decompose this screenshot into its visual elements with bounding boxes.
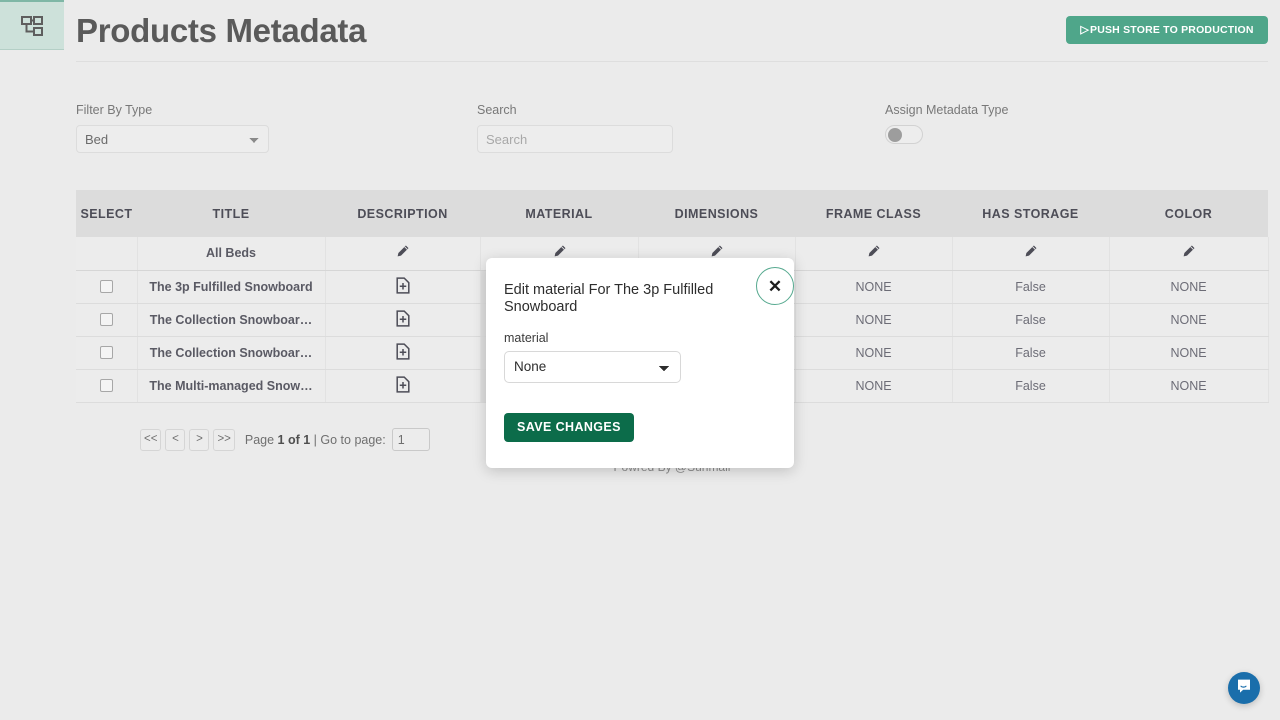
filters-bar: Filter By Type Bed Search Assign Metadat… [64, 103, 1280, 181]
bulk-select-cell [76, 237, 137, 270]
row-frame-class-cell: NONE [795, 270, 952, 303]
row-color-cell: NONE [1109, 303, 1268, 336]
row-color-cell: NONE [1109, 270, 1268, 303]
column-header-has-storage: HAS STORAGE [952, 190, 1109, 237]
table-head: SELECT TITLE DESCRIPTION MATERIAL DIMENS… [76, 190, 1268, 237]
page-header: Products Metadata ▷ PUSH STORE TO PRODUC… [64, 0, 1280, 68]
bulk-edit-frame-class-cell[interactable] [795, 237, 952, 270]
table-header-row: SELECT TITLE DESCRIPTION MATERIAL DIMENS… [76, 190, 1268, 237]
pagination-page-prefix: Page [245, 433, 278, 447]
play-icon: ▷ [1080, 25, 1089, 36]
row-frame-class-cell: NONE [795, 303, 952, 336]
search-input[interactable] [477, 125, 673, 153]
assign-metadata-type-group: Assign Metadata Type [885, 103, 1008, 144]
pagination-status: Page 1 of 1 | Go to page: [245, 433, 386, 447]
row-color-cell: NONE [1109, 336, 1268, 369]
file-plus-icon [395, 376, 411, 396]
tree-icon [19, 14, 45, 38]
row-color-cell: NONE [1109, 369, 1268, 402]
row-title-cell: The Collection Snowboar… [137, 336, 325, 369]
row-title-cell: The 3p Fulfilled Snowboard [137, 270, 325, 303]
row-title-cell: The Collection Snowboar… [137, 303, 325, 336]
row-select-cell[interactable] [76, 303, 137, 336]
row-description-edit-cell[interactable] [325, 369, 480, 402]
save-changes-button[interactable]: SAVE CHANGES [504, 413, 634, 442]
file-plus-icon [395, 343, 411, 363]
row-title-cell: The Multi-managed Snow… [137, 369, 325, 402]
row-description-edit-cell[interactable] [325, 303, 480, 336]
row-checkbox[interactable] [100, 313, 113, 326]
bulk-edit-color-cell[interactable] [1109, 237, 1268, 270]
edit-material-modal: ✕ Edit material For The 3p Fulfilled Sno… [486, 258, 794, 468]
header-divider [76, 61, 1268, 62]
file-plus-icon [395, 310, 411, 330]
push-button-label: PUSH STORE TO PRODUCTION [1090, 24, 1254, 36]
pagination-page-number: 1 of 1 [278, 433, 311, 447]
row-frame-class-cell: NONE [795, 336, 952, 369]
column-header-material: MATERIAL [480, 190, 638, 237]
filter-by-type-group: Filter By Type Bed [76, 103, 269, 153]
pagination-prev-button[interactable]: < [165, 429, 185, 451]
pagination-goto-input[interactable] [392, 428, 430, 451]
bulk-title-cell: All Beds [137, 237, 325, 270]
filter-by-type-label: Filter By Type [76, 103, 269, 117]
modal-title: Edit material For The 3p Fulfilled Snowb… [504, 282, 728, 317]
row-select-cell[interactable] [76, 270, 137, 303]
row-has-storage-cell: False [952, 270, 1109, 303]
push-store-to-production-button[interactable]: ▷ PUSH STORE TO PRODUCTION [1066, 16, 1268, 44]
row-select-cell[interactable] [76, 336, 137, 369]
row-select-cell[interactable] [76, 369, 137, 402]
assign-metadata-type-toggle[interactable] [885, 125, 923, 144]
pagination-last-button[interactable]: >> [213, 429, 234, 451]
bulk-edit-has-storage-cell[interactable] [952, 237, 1109, 270]
column-header-color: COLOR [1109, 190, 1268, 237]
pencil-icon [866, 244, 881, 262]
pagination-first-button[interactable]: << [140, 429, 161, 451]
app-root: Products Metadata ▷ PUSH STORE TO PRODUC… [0, 0, 1280, 720]
material-select[interactable]: None [504, 351, 681, 383]
row-checkbox[interactable] [100, 280, 113, 293]
filter-by-type-select[interactable]: Bed [76, 125, 269, 153]
sidebar-item-metadata-tree[interactable] [0, 0, 64, 50]
row-frame-class-cell: NONE [795, 369, 952, 402]
search-group: Search [477, 103, 673, 153]
column-header-description: DESCRIPTION [325, 190, 480, 237]
row-has-storage-cell: False [952, 336, 1109, 369]
column-header-frame-class: FRAME CLASS [795, 190, 952, 237]
close-icon[interactable]: ✕ [756, 267, 794, 305]
chat-bubble-icon [1236, 678, 1252, 699]
page-title: Products Metadata [76, 12, 366, 50]
pagination: << < > >> Page 1 of 1 | Go to page: [140, 428, 430, 451]
row-description-edit-cell[interactable] [325, 336, 480, 369]
pencil-icon [395, 244, 410, 262]
column-header-select: SELECT [76, 190, 137, 237]
file-plus-icon [395, 277, 411, 297]
sidebar [0, 0, 64, 720]
row-has-storage-cell: False [952, 303, 1109, 336]
row-checkbox[interactable] [100, 379, 113, 392]
row-description-edit-cell[interactable] [325, 270, 480, 303]
bulk-edit-description-cell[interactable] [325, 237, 480, 270]
pagination-goto-label: | Go to page: [310, 433, 386, 447]
modal-field-label: material [504, 331, 774, 345]
assign-metadata-type-label: Assign Metadata Type [885, 103, 1008, 117]
row-has-storage-cell: False [952, 369, 1109, 402]
chat-launcher-button[interactable] [1228, 672, 1260, 704]
pagination-next-button[interactable]: > [189, 429, 209, 451]
search-label: Search [477, 103, 673, 117]
row-checkbox[interactable] [100, 346, 113, 359]
column-header-dimensions: DIMENSIONS [638, 190, 795, 237]
column-header-title: TITLE [137, 190, 325, 237]
toggle-knob [888, 128, 902, 142]
pencil-icon [1023, 244, 1038, 262]
pencil-icon [1181, 244, 1196, 262]
